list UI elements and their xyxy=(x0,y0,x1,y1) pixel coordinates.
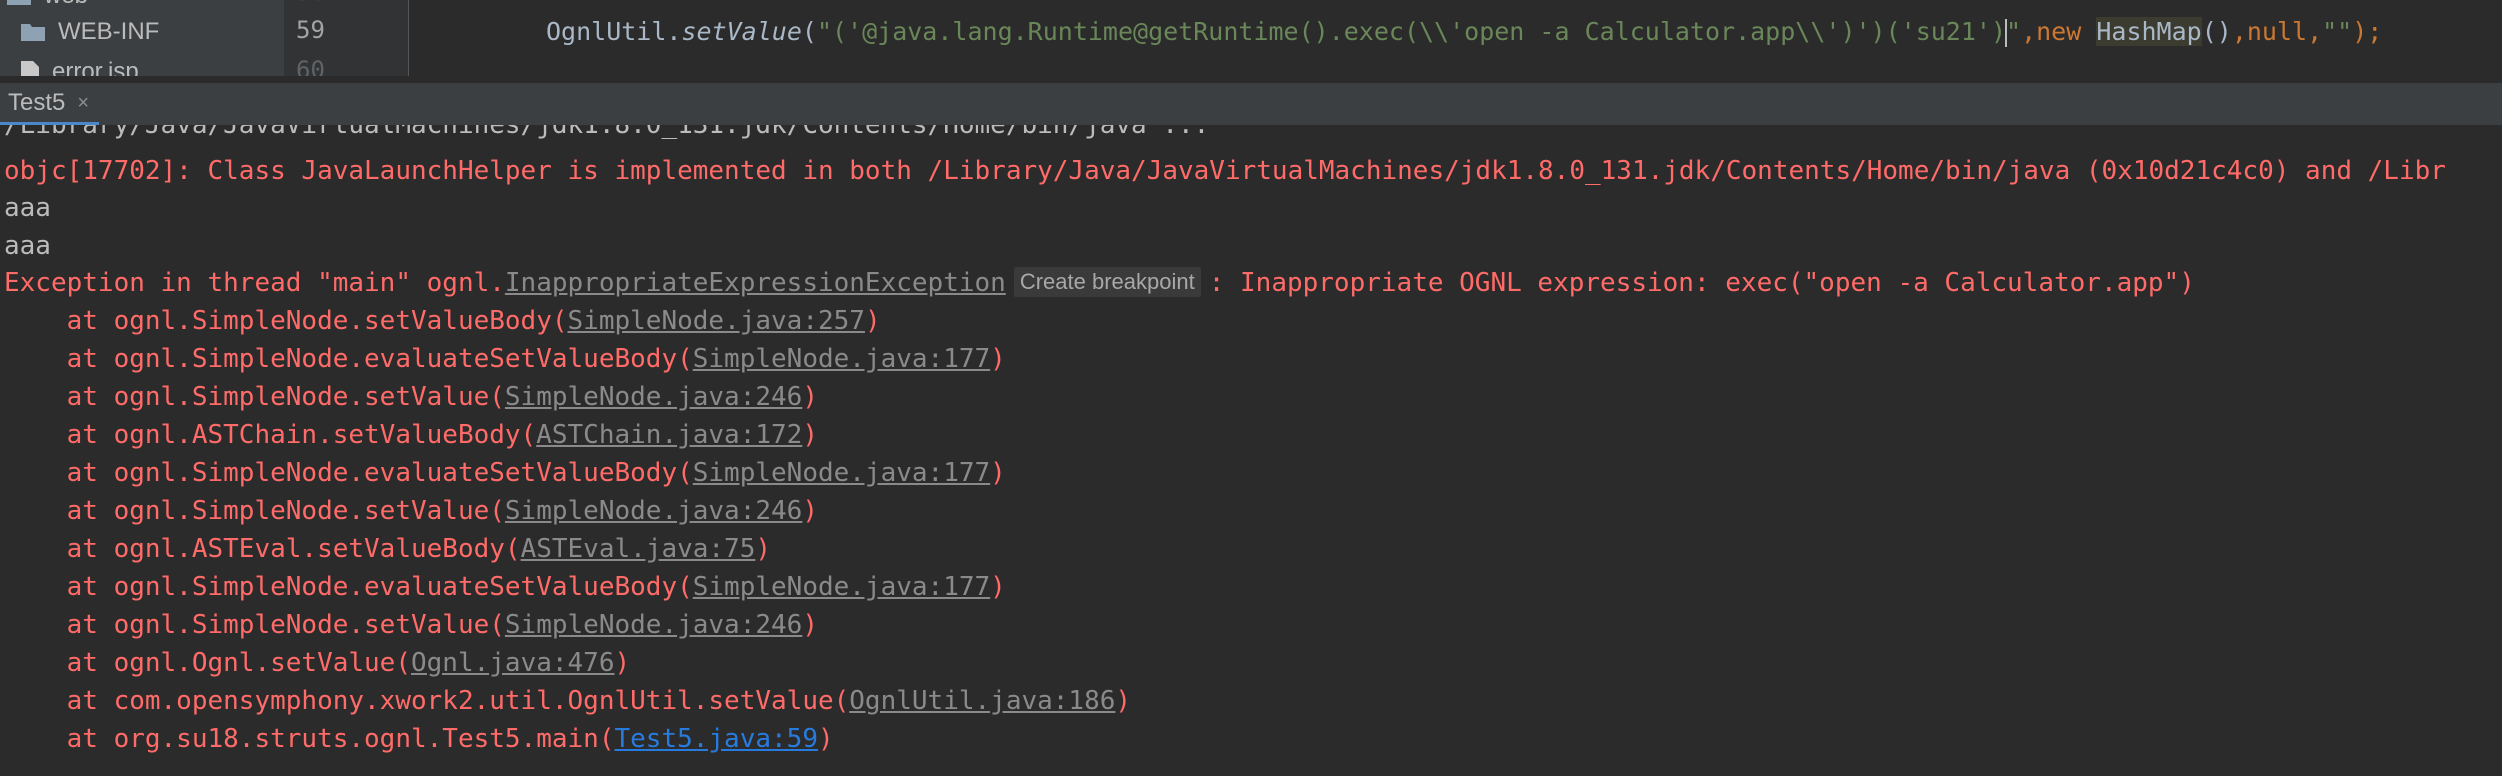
stack-frame-close-paren: ) xyxy=(990,458,1006,488)
stack-frame: at ognl.SimpleNode.setValue(SimpleNode.j… xyxy=(4,379,818,415)
stack-frame: at ognl.ASTEval.setValueBody(ASTEval.jav… xyxy=(4,531,771,567)
code-line[interactable]: OgnlUtil.setValue("('@java.lang.Runtime@… xyxy=(546,16,2382,48)
stack-frame-source-link[interactable]: Ognl.java:476 xyxy=(411,648,615,678)
stack-frame-source-link[interactable]: ASTChain.java:172 xyxy=(536,420,802,450)
stack-frame-method: at ognl.ASTChain.setValueBody( xyxy=(4,420,537,450)
stack-frame-method: at ognl.SimpleNode.evaluateSetValueBody( xyxy=(4,572,693,602)
code-token-method: setValue xyxy=(681,17,802,46)
tree-item-label: WEB-INF xyxy=(58,18,160,45)
code-token-keyword: ,new xyxy=(2021,17,2097,46)
tab-test5[interactable]: Test5 × xyxy=(0,83,100,125)
code-token-highlighted: HashMap xyxy=(2096,17,2202,46)
stack-frame: at ognl.SimpleNode.evaluateSetValueBody(… xyxy=(4,341,1006,377)
create-breakpoint-button[interactable]: Create breakpoint xyxy=(1013,267,1201,297)
stack-frame: at com.opensymphony.xwork2.util.OgnlUtil… xyxy=(4,683,1131,719)
stack-frame: at ognl.SimpleNode.setValueBody(SimpleNo… xyxy=(4,303,881,339)
console-objc-warning: objc[17702]: Class JavaLaunchHelper is i… xyxy=(4,156,2446,186)
stack-frame-source-link[interactable]: SimpleNode.java:246 xyxy=(505,496,802,526)
stack-frame-source-link[interactable]: ASTEval.java:75 xyxy=(521,534,756,564)
console-exception-line: Exception in thread "main" ognl.Inapprop… xyxy=(4,265,2195,301)
tab-label: Test5 xyxy=(8,88,66,116)
line-number: 60 xyxy=(296,56,325,76)
line-number-gutter: 58 59 60 xyxy=(284,0,409,76)
stack-frame-source-link[interactable]: SimpleNode.java:257 xyxy=(568,306,865,336)
console-output[interactable]: /Library/Java/JavaVirtualMachines/jdk1.8… xyxy=(0,125,2502,776)
stack-frame-source-link[interactable]: OgnlUtil.java:186 xyxy=(849,686,1115,716)
code-token-string: "" xyxy=(2322,17,2353,46)
stack-frame: at ognl.SimpleNode.evaluateSetValueBody(… xyxy=(4,455,1006,491)
stack-frame: at ognl.SimpleNode.setValue(SimpleNode.j… xyxy=(4,493,818,529)
stack-frame-close-paren: ) xyxy=(990,344,1006,374)
stack-frame-method: at ognl.SimpleNode.evaluateSetValueBody( xyxy=(4,458,693,488)
stack-frame-method: at ognl.ASTEval.setValueBody( xyxy=(4,534,521,564)
project-tree: web WEB-INF error.jsp xyxy=(0,0,284,76)
stack-frame-close-paren: ) xyxy=(802,496,818,526)
stack-frame-source-link[interactable]: SimpleNode.java:177 xyxy=(693,572,990,602)
stack-frame-close-paren: ) xyxy=(990,572,1006,602)
code-token-string: "('@java.lang.Runtime@getRuntime().exec(… xyxy=(816,17,2007,46)
stack-frame-close-paren: ) xyxy=(817,724,834,754)
code-token: ); xyxy=(2352,17,2383,46)
stack-frame-close-paren: ) xyxy=(802,420,818,450)
stack-frame-method: at ognl.SimpleNode.setValue( xyxy=(4,610,505,640)
tree-item-error-jsp[interactable]: error.jsp xyxy=(20,54,139,76)
console-stdout-line: aaa xyxy=(4,193,51,223)
code-token: OgnlUtil. xyxy=(546,17,682,46)
stack-frame-source-link[interactable]: SimpleNode.java:246 xyxy=(505,610,802,640)
console-stdout-line: aaa xyxy=(4,231,51,261)
stack-frame: at ognl.Ognl.setValue(Ognl.java:476) xyxy=(4,645,631,681)
exception-message: : Inappropriate OGNL expression: exec("o… xyxy=(1208,268,2195,298)
code-token: ( xyxy=(801,17,817,46)
stack-frame-close-paren: ) xyxy=(802,382,818,412)
stack-frame-source-link[interactable]: SimpleNode.java:177 xyxy=(693,458,990,488)
stack-frame-close-paren: ) xyxy=(755,534,772,564)
stack-frame-close-paren: ) xyxy=(1115,686,1132,716)
stack-frame-source-link[interactable]: SimpleNode.java:177 xyxy=(693,344,990,374)
exception-class-link[interactable]: InappropriateExpressionException xyxy=(505,268,1006,298)
tree-item-web[interactable]: web xyxy=(6,0,88,14)
editor-strip: web WEB-INF error.jsp 58 59 60 OgnlUtil.… xyxy=(0,0,2502,76)
line-number: 59 xyxy=(296,16,325,44)
stack-frame-method: at org.su18.struts.ognl.Test5.main( xyxy=(4,724,615,754)
stack-frame-method: at ognl.SimpleNode.setValue( xyxy=(4,496,505,526)
run-tool-window-header: Test5 × xyxy=(0,82,2502,126)
jsp-file-icon xyxy=(20,60,40,76)
stack-frame-source-link[interactable]: SimpleNode.java:246 xyxy=(505,382,802,412)
folder-icon xyxy=(6,0,32,6)
folder-icon xyxy=(20,22,46,42)
stack-frame-close-paren: ) xyxy=(802,610,818,640)
stack-frame-method: at ognl.SimpleNode.setValueBody( xyxy=(4,306,568,336)
exception-prefix: Exception in thread "main" ognl. xyxy=(4,268,505,298)
code-token: () xyxy=(2201,17,2232,46)
close-icon[interactable]: × xyxy=(77,93,89,113)
stack-frame-method: at com.opensymphony.xwork2.util.OgnlUtil… xyxy=(4,686,850,716)
stack-frame-source-link[interactable]: Test5.java:59 xyxy=(614,724,818,754)
line-number: 58 xyxy=(296,0,382,6)
code-token-string: " xyxy=(2006,17,2022,46)
tree-item-label: web xyxy=(44,0,88,10)
code-token-keyword: ,null, xyxy=(2231,17,2323,46)
stack-frame-close-paren: ) xyxy=(614,648,631,678)
stack-frame: at ognl.ASTChain.setValueBody(ASTChain.j… xyxy=(4,417,818,453)
console-command-line[interactable]: /Library/Java/JavaVirtualMachines/jdk1.8… xyxy=(4,125,1209,143)
stack-frame-method: at ognl.SimpleNode.evaluateSetValueBody( xyxy=(4,344,693,374)
stack-frame: at org.su18.struts.ognl.Test5.main(Test5… xyxy=(4,721,834,757)
stack-frame-method: at ognl.Ognl.setValue( xyxy=(4,648,411,678)
stack-frame-method: at ognl.SimpleNode.setValue( xyxy=(4,382,505,412)
stack-frame-close-paren: ) xyxy=(864,306,881,336)
tree-item-web-inf[interactable]: WEB-INF xyxy=(20,14,159,50)
stack-frame: at ognl.SimpleNode.evaluateSetValueBody(… xyxy=(4,569,1006,605)
stack-frame: at ognl.SimpleNode.setValue(SimpleNode.j… xyxy=(4,607,818,643)
tree-item-label: error.jsp xyxy=(52,58,139,76)
